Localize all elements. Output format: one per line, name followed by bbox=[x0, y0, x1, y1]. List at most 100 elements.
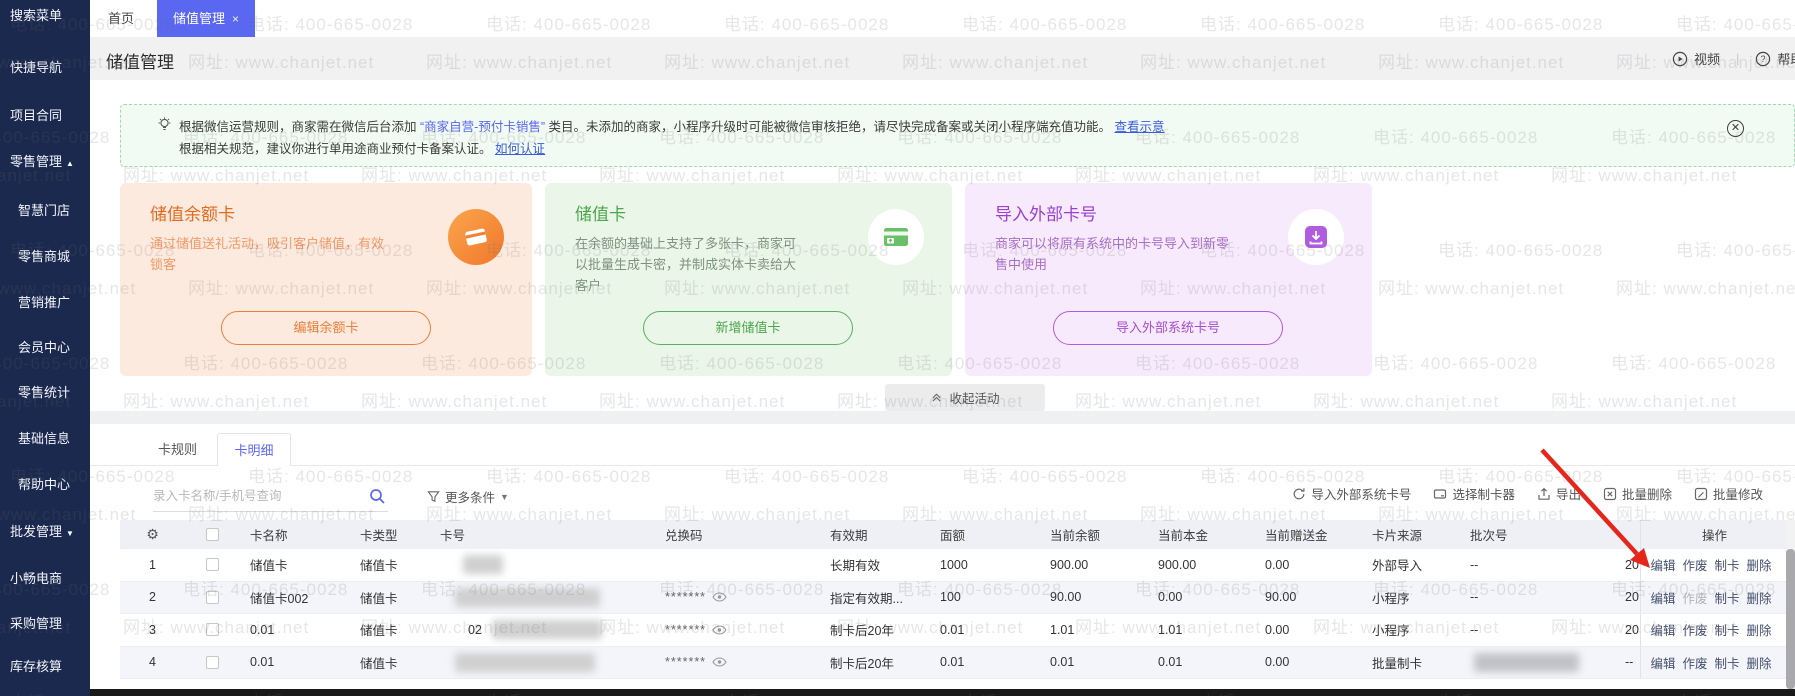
toolbar-button-export[interactable]: 导出 bbox=[1537, 484, 1581, 503]
action-编辑[interactable]: 编辑 bbox=[1650, 555, 1675, 574]
cell-batch: -- bbox=[1460, 549, 1615, 581]
cell-name: 0.01 bbox=[240, 647, 350, 679]
sidebar-item-5[interactable]: 智慧门店 bbox=[0, 200, 90, 219]
sidebar-item-14[interactable]: 采购管理 bbox=[0, 613, 90, 632]
action-制卡[interactable]: 制卡 bbox=[1715, 620, 1740, 639]
sidebar-item-12[interactable]: 批发管理▼ bbox=[0, 521, 90, 540]
row-checkbox[interactable] bbox=[206, 656, 219, 669]
row-checkbox[interactable] bbox=[206, 558, 219, 571]
toolbar-button-batch-edit[interactable]: 批量修改 bbox=[1694, 484, 1763, 503]
tab-stored-value[interactable]: 储值管理× bbox=[157, 0, 255, 37]
gear-icon[interactable]: ⚙ bbox=[146, 526, 159, 543]
toolbar-button-batch-delete[interactable]: 批量删除 bbox=[1603, 484, 1672, 503]
action-删除[interactable]: 删除 bbox=[1747, 620, 1772, 639]
column-header-principal: 当前本金 bbox=[1148, 520, 1255, 549]
column-header-index[interactable]: ⚙ bbox=[120, 520, 185, 549]
search-icon[interactable] bbox=[369, 488, 386, 510]
select-all-checkbox[interactable] bbox=[206, 528, 219, 541]
more-filters-button[interactable]: 更多条件 ▼ bbox=[427, 487, 509, 506]
sidebar-item-6[interactable]: 零售商城 bbox=[0, 246, 90, 265]
horizontal-scrollbar[interactable] bbox=[90, 689, 1795, 696]
toolbar-button-device[interactable]: 选择制卡器 bbox=[1433, 484, 1515, 503]
masked-code: ******* bbox=[665, 590, 706, 604]
tab-home[interactable]: 首页 bbox=[108, 0, 134, 37]
column-header-number: 卡号 bbox=[430, 520, 655, 549]
column-header-batch: 批次号 bbox=[1460, 520, 1615, 549]
toolbar-button-sync[interactable]: 导入外部系统卡号 bbox=[1292, 484, 1411, 503]
sidebar-item-label: 基础信息 bbox=[18, 431, 70, 446]
tabs-underline bbox=[90, 465, 1795, 466]
action-删除[interactable]: 删除 bbox=[1747, 588, 1772, 607]
card-balance-card: 储值余额卡 通过储值送礼活动，吸引客户储值，有效锁客 编辑余额卡 bbox=[120, 183, 532, 376]
sidebar-item-8[interactable]: 会员中心 bbox=[0, 337, 90, 356]
tab-bar: 首页 储值管理× bbox=[90, 0, 1795, 37]
import-external-cards-button[interactable]: 导入外部系统卡号 bbox=[1053, 311, 1283, 345]
sidebar-item-3[interactable]: 项目合同 bbox=[0, 105, 90, 124]
title-bar: 储值管理 视频 | ? 帮助 bbox=[90, 37, 1795, 80]
action-编辑[interactable]: 编辑 bbox=[1650, 620, 1675, 639]
row-checkbox[interactable] bbox=[206, 591, 219, 604]
video-icon[interactable] bbox=[1672, 51, 1688, 67]
action-编辑[interactable]: 编辑 bbox=[1650, 588, 1675, 607]
action-编辑[interactable]: 编辑 bbox=[1650, 653, 1675, 672]
cell-balance: 90.00 bbox=[1040, 582, 1148, 614]
more-filters-label: 更多条件 bbox=[445, 487, 495, 506]
sidebar-item-15[interactable]: 库存核算 bbox=[0, 656, 90, 675]
video-link[interactable]: 视频 bbox=[1694, 49, 1720, 68]
sidebar-item-11[interactable]: 帮助中心 bbox=[0, 474, 90, 493]
row-checkbox[interactable] bbox=[206, 623, 219, 636]
action-作废[interactable]: 作废 bbox=[1682, 653, 1707, 672]
cell-batch: -- bbox=[1460, 614, 1615, 646]
action-作废[interactable]: 作废 bbox=[1682, 588, 1707, 607]
table-row-4: 40.01储值卡*******制卡后20年0.010.010.010.00批量制… bbox=[120, 647, 1788, 680]
how-to-certify-link[interactable]: 如何认证 bbox=[495, 142, 545, 156]
eye-icon[interactable] bbox=[712, 592, 727, 602]
sidebar-item-label: 帮助中心 bbox=[18, 477, 70, 492]
cell-name: 0.01 bbox=[240, 614, 350, 646]
sidebar-item-13[interactable]: 小畅电商 bbox=[0, 568, 90, 587]
sidebar-item-label: 搜索菜单 bbox=[10, 8, 62, 23]
action-制卡[interactable]: 制卡 bbox=[1715, 555, 1740, 574]
action-制卡[interactable]: 制卡 bbox=[1715, 653, 1740, 672]
add-stored-card-button[interactable]: 新增储值卡 bbox=[643, 311, 853, 345]
masked-code: ******* bbox=[665, 655, 706, 669]
view-example-link[interactable]: 查看示意 bbox=[1114, 120, 1164, 134]
action-删除[interactable]: 删除 bbox=[1747, 555, 1772, 574]
search-input[interactable] bbox=[153, 482, 353, 510]
sidebar-item-1[interactable]: 搜索菜单 bbox=[0, 5, 90, 24]
sidebar-item-label: 营销推广 bbox=[18, 295, 70, 310]
edit-balance-card-button[interactable]: 编辑余额卡 bbox=[221, 311, 431, 345]
promo-section: 根据微信运营规则，商家需在微信后台添加 “商家自营-预付卡销售” 类目。未添加的… bbox=[90, 80, 1795, 411]
tab-card-details[interactable]: 卡明细 bbox=[217, 433, 291, 466]
eye-icon[interactable] bbox=[712, 625, 727, 635]
collapse-activities-button[interactable]: 收起活动 bbox=[885, 384, 1045, 411]
tab-close-icon[interactable]: × bbox=[232, 12, 239, 26]
bulb-icon bbox=[157, 117, 172, 139]
titlebar-divider: | bbox=[1736, 51, 1739, 66]
sidebar-item-4[interactable]: 零售管理▲ bbox=[0, 151, 90, 170]
banner-text-2: 根据相关规范，建议你进行单用途商业预付卡备案认证。 bbox=[179, 142, 492, 156]
sidebar-item-label: 项目合同 bbox=[10, 108, 62, 123]
sidebar-item-2[interactable]: 快捷导航 bbox=[0, 57, 90, 76]
cell-gift: 90.00 bbox=[1255, 582, 1362, 614]
import-icon bbox=[1288, 209, 1344, 265]
action-制卡[interactable]: 制卡 bbox=[1715, 588, 1740, 607]
vertical-scrollbar-thumb[interactable] bbox=[1786, 549, 1795, 689]
help-link[interactable]: 帮助 bbox=[1777, 49, 1795, 68]
action-作废[interactable]: 作废 bbox=[1682, 620, 1707, 639]
column-header-actions: 操作 bbox=[1640, 520, 1788, 549]
column-header-select[interactable] bbox=[185, 520, 240, 549]
action-删除[interactable]: 删除 bbox=[1747, 653, 1772, 672]
action-作废[interactable]: 作废 bbox=[1682, 555, 1707, 574]
cell-face: 1000 bbox=[930, 549, 1040, 581]
tab-card-rules[interactable]: 卡规则 bbox=[158, 433, 197, 466]
banner-close-icon[interactable]: ✕ bbox=[1727, 120, 1744, 137]
redacted-card-number bbox=[463, 555, 503, 574]
sidebar-item-9[interactable]: 零售统计 bbox=[0, 382, 90, 401]
eye-icon[interactable] bbox=[712, 657, 727, 667]
help-icon[interactable]: ? bbox=[1755, 51, 1771, 67]
sidebar-item-10[interactable]: 基础信息 bbox=[0, 428, 90, 447]
sidebar-item-7[interactable]: 营销推广 bbox=[0, 292, 90, 311]
cell-index: 4 bbox=[120, 647, 185, 679]
sidebar-item-label: 智慧门店 bbox=[18, 203, 70, 218]
